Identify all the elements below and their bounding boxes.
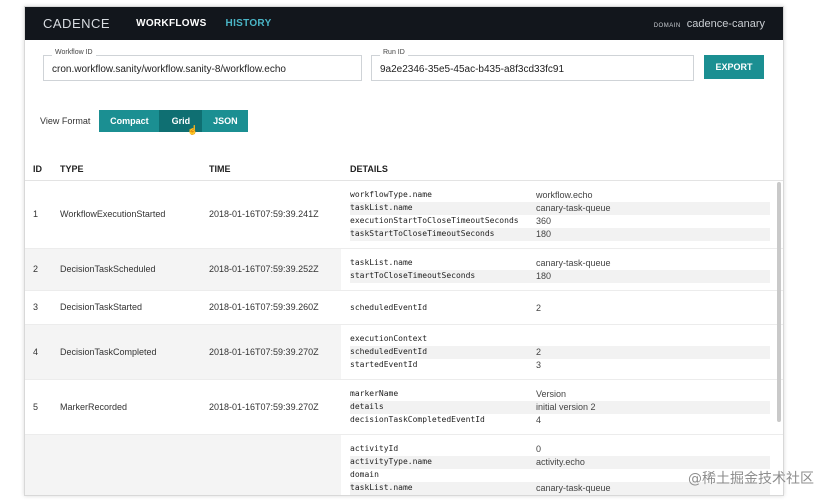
run-id-value[interactable]: 9a2e2346-35e5-45ac-b435-a8f3cd33fc91 — [380, 64, 564, 75]
view-format-label: View Format — [40, 116, 91, 126]
detail-key: activityType.name — [350, 457, 432, 466]
detail-value: 180 — [536, 271, 552, 281]
header-details: DETAILS — [350, 163, 388, 174]
detail-key: taskList.name — [350, 483, 413, 492]
scrollbar[interactable] — [777, 182, 781, 422]
detail-value: activity.echo — [536, 457, 585, 467]
export-button[interactable]: EXPORT — [704, 55, 764, 79]
detail-value: 3 — [536, 360, 542, 370]
detail-value: 180 — [536, 229, 552, 239]
domain-value[interactable]: cadence-canary — [687, 18, 765, 30]
detail-key: startToCloseTimeoutSeconds — [350, 271, 476, 280]
cell-time: 2018-01-16T07:59:39.270Z — [209, 401, 319, 412]
view-format-toggle: View Format Compact Grid ☝ JSON — [40, 110, 249, 135]
detail-key: taskList.name — [350, 203, 413, 212]
detail-key: startedEventId — [350, 360, 418, 369]
detail-pair: scheduledEventId 2 — [350, 302, 770, 315]
detail-key: executionStartToCloseTimeoutSeconds — [350, 216, 519, 225]
history-table: ID TYPE TIME DETAILS 1 WorkflowExecutionS… — [25, 157, 783, 495]
detail-pair: details initial version 2 — [350, 401, 770, 414]
detail-key: workflowType.name — [350, 190, 432, 199]
detail-value: 4 — [536, 415, 542, 425]
run-id-field[interactable]: Run ID 9a2e2346-35e5-45ac-b435-a8f3cd33f… — [371, 49, 694, 81]
cell-type: WorkflowExecutionStarted — [60, 209, 166, 219]
cell-time: 2018-01-16T07:59:39.252Z — [209, 264, 319, 274]
detail-key: decisionTaskCompletedEventId — [350, 415, 485, 424]
workflow-fields: Workflow ID cron.workflow.sanity/workflo… — [43, 49, 765, 87]
view-json-button[interactable]: JSON — [202, 110, 249, 132]
detail-pair: markerName Version — [350, 388, 770, 401]
cell-type: DecisionTaskCompleted — [60, 346, 157, 357]
cell-id: 1 — [33, 209, 39, 219]
detail-value: 2 — [536, 302, 542, 313]
table-row[interactable]: 4 DecisionTaskCompleted 2018-01-16T07:59:3… — [25, 325, 783, 380]
table-header: ID TYPE TIME DETAILS — [25, 157, 783, 181]
detail-pair: startToCloseTimeoutSeconds 180 — [350, 270, 770, 283]
detail-key: executionContext — [350, 334, 428, 343]
detail-pair: scheduledEventId 2 — [350, 346, 770, 359]
domain-selector[interactable]: DOMAIN cadence-canary — [654, 18, 765, 30]
detail-value: initial version 2 — [536, 402, 596, 412]
detail-pair: executionStartToCloseTimeoutSeconds 360 — [350, 215, 770, 228]
detail-pair: taskStartToCloseTimeoutSeconds 180 — [350, 228, 770, 241]
cell-type: DecisionTaskScheduled — [60, 264, 156, 274]
detail-key: scheduledEventId — [350, 347, 428, 356]
detail-value: canary-task-queue — [536, 483, 611, 493]
app-window: CADENCE WORKFLOWS HISTORY DOMAIN cadence… — [24, 6, 784, 496]
cell-time: 2018-01-16T07:59:39.241Z — [209, 209, 319, 219]
domain-label: DOMAIN — [653, 22, 681, 29]
cell-id: 5 — [33, 401, 39, 412]
header-type: TYPE — [60, 163, 84, 174]
table-row[interactable]: 5 MarkerRecorded 2018-01-16T07:59:39.270Z m… — [25, 380, 783, 435]
cell-type: MarkerRecorded — [60, 401, 128, 412]
detail-key: domain — [350, 470, 379, 479]
cell-time: 2018-01-16T07:59:39.270Z — [209, 346, 319, 357]
detail-key: taskStartToCloseTimeoutSeconds — [350, 229, 495, 238]
header-time: TIME — [209, 163, 231, 174]
cell-time: 2018-01-16T07:59:39.260Z — [209, 302, 319, 312]
cell-id: 3 — [33, 302, 39, 312]
workflow-id-value[interactable]: cron.workflow.sanity/workflow.sanity-8/w… — [52, 64, 286, 75]
detail-pair: decisionTaskCompletedEventId 4 — [350, 414, 770, 427]
detail-value: Version — [536, 389, 567, 399]
cell-type: DecisionTaskStarted — [60, 302, 143, 312]
detail-value: canary-task-queue — [536, 258, 611, 268]
workflow-id-label: Workflow ID — [52, 49, 96, 56]
brand-logo[interactable]: CADENCE — [43, 16, 110, 31]
detail-key: taskList.name — [350, 258, 413, 267]
table-row[interactable]: 2 DecisionTaskScheduled 2018-01-16T07:59:3… — [25, 249, 783, 291]
view-compact-button[interactable]: Compact — [99, 110, 160, 132]
table-row[interactable]: activityId 0 activityType.name activity.ech… — [25, 435, 783, 495]
view-grid-button[interactable]: Grid ☝ — [159, 110, 203, 135]
detail-pair: taskList.name canary-task-queue — [350, 257, 770, 270]
detail-key: activityId — [350, 444, 399, 453]
cell-id: 2 — [33, 264, 39, 274]
detail-value: 0 — [536, 444, 542, 454]
detail-value: 360 — [536, 216, 552, 226]
detail-pair: activityId 0 — [350, 443, 770, 456]
nav-workflows[interactable]: WORKFLOWS — [136, 18, 206, 29]
table-body: 1 WorkflowExecutionStarted 2018-01-16T07:5… — [25, 181, 783, 495]
table-row[interactable]: 3 DecisionTaskStarted 2018-01-16T07:59:39.… — [25, 291, 783, 325]
watermark: @稀土掘金技术社区 — [688, 471, 814, 487]
header-id: ID — [33, 163, 42, 174]
hand-cursor-icon: ☝ — [187, 125, 199, 135]
detail-pair: executionContext — [350, 333, 770, 346]
detail-key: scheduledEventId — [350, 302, 428, 312]
run-id-label: Run ID — [380, 49, 408, 56]
detail-value: canary-task-queue — [536, 203, 611, 213]
row-background — [25, 435, 341, 495]
detail-pair: startedEventId 3 — [350, 359, 770, 372]
table-row[interactable]: 1 WorkflowExecutionStarted 2018-01-16T07:5… — [25, 181, 783, 249]
detail-key: markerName — [350, 389, 399, 398]
detail-value: workflow.echo — [536, 190, 593, 200]
detail-pair: workflowType.name workflow.echo — [350, 189, 770, 202]
detail-pair: taskList.name canary-task-queue — [350, 202, 770, 215]
cell-id: 4 — [33, 346, 39, 357]
top-nav: CADENCE WORKFLOWS HISTORY DOMAIN cadence… — [25, 7, 783, 40]
workflow-id-field[interactable]: Workflow ID cron.workflow.sanity/workflo… — [43, 49, 362, 81]
detail-value: 2 — [536, 347, 542, 357]
detail-key: details — [350, 402, 384, 411]
nav-history[interactable]: HISTORY — [226, 18, 272, 29]
